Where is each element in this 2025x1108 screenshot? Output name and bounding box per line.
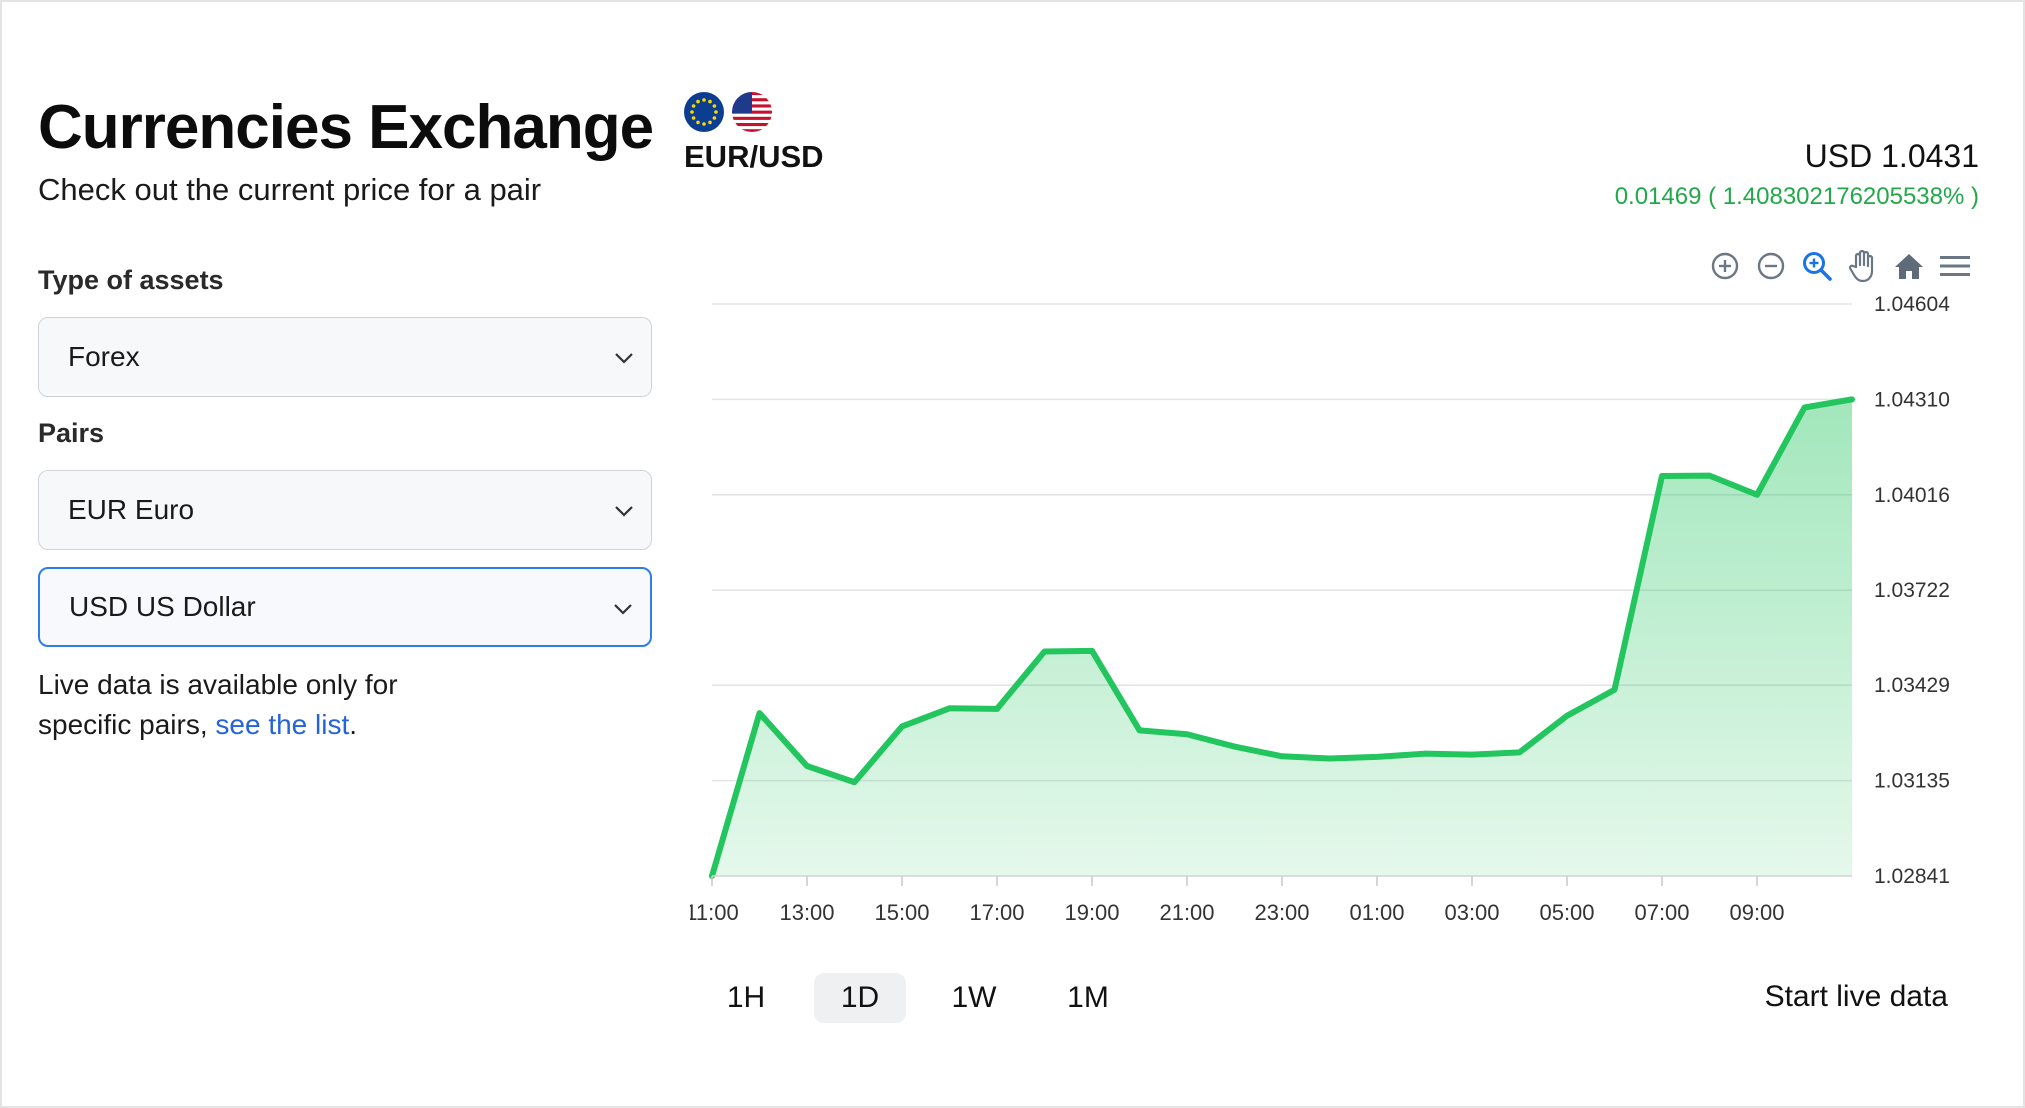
pair-label: EUR/USD [684,139,824,174]
y-tick-label: 1.03722 [1874,579,1950,602]
page-title: Currencies Exchange [38,93,654,162]
y-tick-label: 1.04016 [1874,484,1950,507]
x-tick-label: 11:00 [690,900,739,925]
y-tick-label: 1.02841 [1874,865,1950,888]
chevron-down-icon [615,353,633,364]
start-live-data-button[interactable]: Start live data [1765,980,1948,1014]
page-subtitle: Check out the current price for a pair [38,172,542,207]
x-tick-label: 05:00 [1539,900,1594,925]
x-tick-label: 21:00 [1159,900,1214,925]
pairs-label: Pairs [38,418,105,448]
y-tick-label: 1.04310 [1874,388,1950,411]
price-change: 0.01469 ( 1.408302176205538% ) [1614,183,1979,210]
y-tick-label: 1.03135 [1874,770,1950,793]
range-selector: 1H 1D 1W 1M [700,973,1134,1023]
range-button-1h[interactable]: 1H [700,973,792,1023]
chevron-down-icon [614,604,632,615]
eu-flag-icon [684,92,724,132]
y-tick-label: 1.04604 [1874,293,1950,316]
x-tick-label: 17:00 [969,900,1024,925]
x-tick-label: 03:00 [1444,900,1499,925]
range-button-1w[interactable]: 1W [928,973,1020,1023]
y-tick-label: 1.03429 [1874,674,1950,697]
base-currency-value: EUR Euro [68,494,195,525]
quote-currency-value: USD US Dollar [69,591,256,622]
x-tick-label: 07:00 [1634,900,1689,925]
range-button-1d[interactable]: 1D [814,973,906,1023]
asset-type-select[interactable]: Forex [38,317,652,397]
asset-type-value: Forex [68,341,140,372]
x-tick-label: 23:00 [1254,900,1309,925]
asset-type-label: Type of assets [38,265,224,295]
see-list-link[interactable]: see the list [215,709,349,740]
current-price: USD 1.0431 [1804,138,1979,174]
price-chart[interactable]: 1.04604 1.04310 1.04016 1.03722 1.03429 1.031… [690,240,1990,930]
x-tick-label: 09:00 [1729,900,1784,925]
base-currency-select[interactable]: EUR Euro [38,470,652,550]
quote-currency-select[interactable]: USD US Dollar [38,567,652,647]
x-tick-label: 01:00 [1349,900,1404,925]
price-area [712,399,1852,876]
x-tick-label: 13:00 [779,900,834,925]
live-data-note: Live data is available only for specific… [38,665,498,745]
range-button-1m[interactable]: 1M [1042,973,1134,1023]
chevron-down-icon [615,506,633,517]
x-tick-label: 15:00 [874,900,929,925]
x-tick-label: 19:00 [1064,900,1119,925]
us-flag-icon [732,92,772,132]
currency-flags [684,92,772,132]
note-end: . [349,709,358,740]
